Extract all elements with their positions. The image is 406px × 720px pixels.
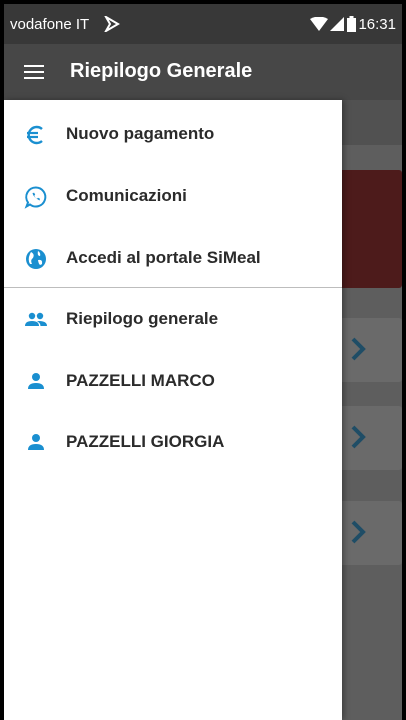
navigation-drawer: Nuovo pagamento Comunicazioni Accedi al … xyxy=(4,100,342,720)
person-icon xyxy=(24,370,48,394)
globe-icon xyxy=(24,247,48,271)
screen: vodafone IT 16:31 Riepilogo Generale Nuo… xyxy=(4,4,402,720)
nav-item-label: Nuovo pagamento xyxy=(66,124,215,143)
chevron-right-icon xyxy=(351,425,366,449)
background-card-1[interactable] xyxy=(338,318,402,382)
app-bar: Riepilogo Generale xyxy=(4,44,402,100)
nav-item-label: Accedi al portale SiMeal xyxy=(66,248,261,267)
nav-item-label: Comunicazioni xyxy=(66,186,187,205)
nav-item-label: PAZZELLI MARCO xyxy=(66,371,215,390)
euro-icon xyxy=(24,123,48,147)
status-time: 16:31 xyxy=(358,16,396,33)
notification-flag-icon xyxy=(103,14,120,37)
battery-icon xyxy=(347,16,356,37)
signal-icon xyxy=(330,17,344,36)
person-icon xyxy=(24,431,48,455)
whatsapp-icon xyxy=(24,185,48,209)
nav-item-pazzelli-giorgia[interactable]: PAZZELLI GIORGIA xyxy=(4,412,342,474)
drawer-divider xyxy=(4,287,342,288)
background-card-2[interactable] xyxy=(338,406,402,470)
status-bar: vodafone IT 16:31 xyxy=(4,4,402,44)
nav-item-riepilogo-generale[interactable]: Riepilogo generale xyxy=(4,289,342,351)
chevron-right-icon xyxy=(351,337,366,361)
chevron-right-icon xyxy=(351,520,366,544)
carrier-name: vodafone IT xyxy=(10,16,90,33)
nav-item-label: PAZZELLI GIORGIA xyxy=(66,432,225,451)
wifi-icon xyxy=(310,16,328,36)
background-card-3[interactable] xyxy=(338,501,402,565)
nav-item-portale-simeal[interactable]: Accedi al portale SiMeal xyxy=(4,228,342,290)
nav-item-nuovo-pagamento[interactable]: Nuovo pagamento xyxy=(4,104,342,166)
nav-item-pazzelli-marco[interactable]: PAZZELLI MARCO xyxy=(4,351,342,413)
page-title: Riepilogo Generale xyxy=(70,60,253,82)
background-alert-card xyxy=(334,170,402,288)
nav-item-label: Riepilogo generale xyxy=(66,309,219,328)
nav-item-comunicazioni[interactable]: Comunicazioni xyxy=(4,166,342,228)
hamburger-menu-icon[interactable] xyxy=(24,62,44,82)
people-icon xyxy=(24,308,48,332)
